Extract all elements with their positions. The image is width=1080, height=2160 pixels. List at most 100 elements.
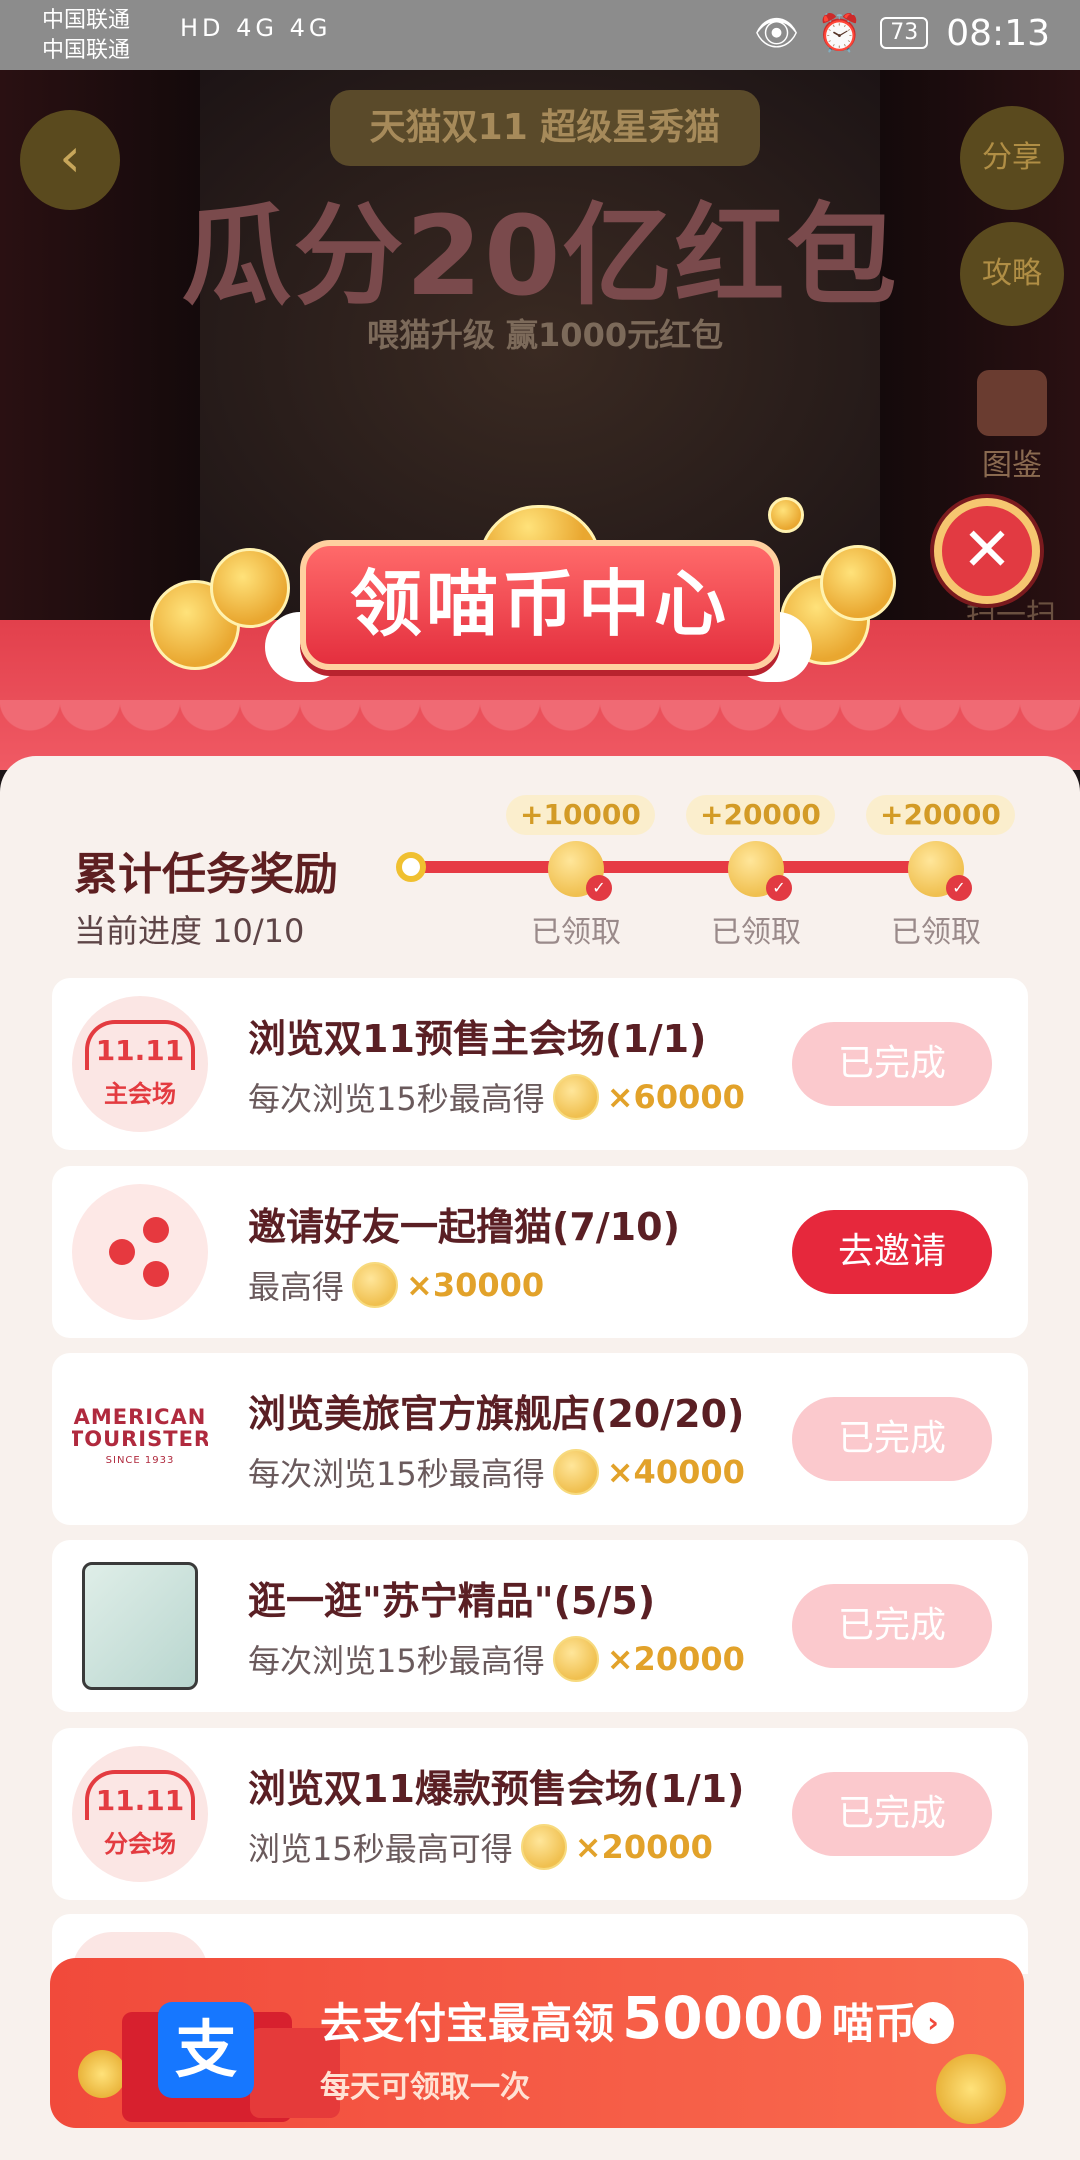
coin-icon	[768, 497, 804, 533]
task-done-button[interactable]: 已完成	[792, 1397, 992, 1481]
coin-icon	[552, 1449, 599, 1495]
chevron-right-icon: ›	[912, 2002, 954, 2044]
task-desc: 每次浏览15秒最高得 ×20000	[248, 1636, 745, 1682]
carrier-label-1: 中国联通	[42, 8, 131, 33]
double11-logo: 11.11	[85, 1019, 195, 1070]
coin-icon: ✓	[548, 841, 612, 901]
thumb-tag: 主会场	[104, 1079, 176, 1108]
alipay-banner-subtitle: 每天可领取一次	[320, 2070, 530, 2105]
task-desc: 每次浏览15秒最高得 ×40000	[248, 1449, 745, 1495]
awning-scallop	[0, 700, 1080, 760]
task-card: 11.11 主会场 浏览双11预售主会场(1/1) 每次浏览15秒最高得 ×60…	[52, 978, 1028, 1150]
task-card: 邀请好友一起撸猫(7/10) 最高得 ×30000 去邀请	[52, 1166, 1028, 1338]
task-reward: ×20000	[574, 1828, 713, 1866]
alipay-icon: 支	[158, 2002, 254, 2098]
milestone-label: 已领取	[531, 915, 621, 950]
milestone: +20000 ✓ 已领取	[686, 795, 835, 951]
brand-thumb: AMERICAN TOURISTER SINCE 1933	[72, 1371, 208, 1507]
clock: 08:13	[946, 12, 1050, 54]
milestone-amount: +20000	[686, 795, 835, 835]
double11-logo: 11.11	[85, 1769, 195, 1820]
close-button[interactable]: ✕	[934, 498, 1040, 604]
task-desc-text: 最高得	[248, 1268, 345, 1306]
tujian-label: 图鉴	[982, 448, 1042, 483]
task-desc: 最高得 ×30000	[248, 1262, 544, 1308]
coin-icon	[552, 1074, 599, 1120]
coin-icon	[820, 545, 896, 621]
milestone-amount: +10000	[506, 795, 655, 835]
coin-icon	[936, 2054, 1006, 2124]
milestone: +10000 ✓ 已领取	[506, 795, 655, 951]
tujian-button[interactable]: 图鉴	[966, 370, 1058, 484]
milestone-label: 已领取	[891, 915, 981, 950]
american-tourister-logo: AMERICAN TOURISTER SINCE 1933	[72, 1406, 208, 1472]
coin-icon	[552, 1636, 599, 1682]
back-button[interactable]: ‹	[20, 110, 120, 210]
task-done-button[interactable]: 已完成	[792, 1772, 992, 1856]
close-icon: ✕	[961, 515, 1013, 585]
task-desc-text: 每次浏览15秒最高得	[248, 1455, 545, 1493]
alipay-title-suffix: 喵币	[831, 1999, 916, 2048]
invite-button[interactable]: 去邀请	[792, 1210, 992, 1294]
status-right: 👁 ⏰ 73 08:13	[753, 12, 1050, 55]
task-title: 浏览双11爆款预售会场(1/1)	[248, 1767, 745, 1811]
alipay-title-prefix: 去支付宝最高领	[320, 1999, 615, 2048]
task-reward: ×30000	[406, 1266, 545, 1304]
check-icon: ✓	[586, 875, 612, 901]
task-title: 浏览双11预售主会场(1/1)	[248, 1017, 707, 1061]
sub-venue-thumb: 11.11 分会场	[72, 1746, 208, 1882]
alipay-banner-title: 去支付宝最高领 50000 喵币	[320, 1984, 916, 2052]
banner-top: 天猫双11 超级星秀猫	[330, 90, 760, 166]
task-title: 浏览美旅官方旗舰店(20/20)	[248, 1392, 745, 1436]
task-title: 邀请好友一起撸猫(7/10)	[248, 1205, 680, 1249]
banner-subtitle: 喂猫升级 赢1000元红包	[366, 316, 724, 354]
coin-icon: ✓	[728, 841, 792, 901]
alipay-title-amount: 50000	[622, 1984, 824, 2052]
task-card: 11.11 分会场 浏览双11爆款预售会场(1/1) 浏览15秒最高可得 ×20…	[52, 1728, 1028, 1900]
task-done-button[interactable]: 已完成	[792, 1584, 992, 1668]
task-title: 逛一逛"苏宁精品"(5/5)	[248, 1579, 656, 1623]
thumb-tag: 分会场	[104, 1829, 176, 1858]
coin-icon	[352, 1262, 399, 1308]
share-thumb	[72, 1184, 208, 1320]
share-button[interactable]: 分享	[960, 106, 1064, 210]
task-done-button[interactable]: 已完成	[792, 1022, 992, 1106]
task-card: 逛一逛"苏宁精品"(5/5) 每次浏览15秒最高得 ×20000 已完成	[52, 1540, 1028, 1712]
task-reward: ×60000	[606, 1078, 745, 1116]
coin-icon	[78, 2050, 126, 2098]
task-reward: ×20000	[606, 1640, 745, 1678]
task-desc-text: 浏览15秒最高可得	[248, 1830, 513, 1868]
task-desc: 浏览15秒最高可得 ×20000	[248, 1824, 713, 1870]
eye-icon: 👁	[753, 13, 800, 54]
milestone: +20000 ✓ 已领取	[866, 795, 1015, 951]
main-venue-thumb: 11.11 主会场	[72, 996, 208, 1132]
guide-button[interactable]: 攻略	[960, 222, 1064, 326]
product-thumb	[72, 1558, 208, 1694]
share-icon	[105, 1217, 175, 1287]
progress-current: 当前进度 10/10	[74, 912, 305, 950]
task-desc-text: 每次浏览15秒最高得	[248, 1642, 545, 1680]
task-card: AMERICAN TOURISTER SINCE 1933 浏览美旅官方旗舰店(…	[52, 1353, 1028, 1525]
milestone-label: 已领取	[711, 915, 801, 950]
network-icons: HD 4G 4G	[180, 14, 332, 42]
milestone-amount: +20000	[866, 795, 1015, 835]
battery-icon: 73	[880, 17, 929, 49]
coin-icon: ✓	[908, 841, 972, 901]
coin-icon	[210, 548, 290, 628]
progress-start-dot	[396, 852, 426, 882]
banner-headline: 瓜分20亿红包	[181, 192, 899, 320]
check-icon: ✓	[946, 875, 972, 901]
status-bar: 中国联通 中国联通 HD 4G 4G 👁 ⏰ 73 08:13	[0, 0, 1080, 70]
task-reward: ×40000	[606, 1453, 745, 1491]
header-title: 领喵币中心	[300, 540, 780, 670]
coin-icon	[520, 1824, 567, 1870]
carrier-label-2: 中国联通	[42, 38, 131, 63]
task-desc: 每次浏览15秒最高得 ×60000	[248, 1074, 745, 1120]
progress-title: 累计任务奖励	[74, 849, 338, 900]
brand-since: SINCE 1933	[105, 1455, 175, 1466]
task-desc-text: 每次浏览15秒最高得	[248, 1080, 545, 1118]
check-icon: ✓	[766, 875, 792, 901]
shirt-icon	[977, 370, 1047, 436]
alipay-banner[interactable]: 支 去支付宝最高领 50000 喵币 › 每天可领取一次	[50, 1958, 1024, 2128]
alarm-icon: ⏰	[817, 13, 863, 54]
